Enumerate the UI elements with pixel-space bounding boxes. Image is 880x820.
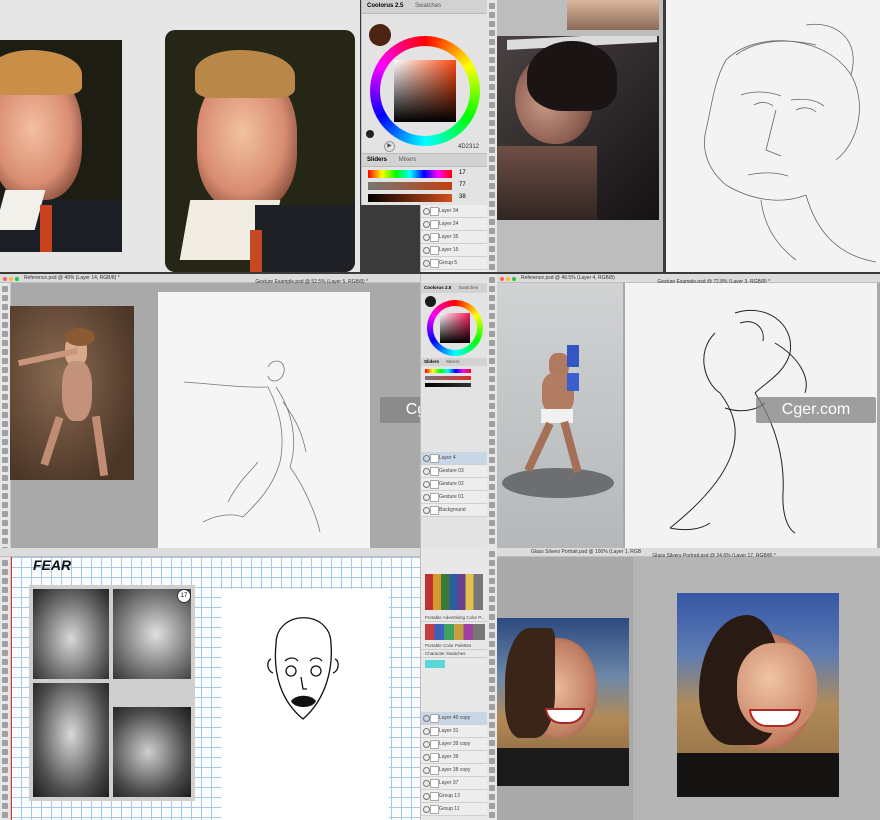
toolbar-bottom-left (0, 557, 11, 820)
layer-row[interactable]: Layer 4 (421, 452, 489, 465)
layer-row[interactable]: Background (421, 504, 489, 517)
mixers-tab-small[interactable]: Mixers (443, 359, 462, 364)
swatch-grid[interactable] (425, 574, 483, 610)
coolorus-tab-small[interactable]: Coolorus 2.5 (421, 285, 454, 290)
window-titlebar: Reference.psd @ 49% (Layer 14, RGB/8) * … (0, 274, 420, 285)
reference-photo-smiling (497, 618, 629, 786)
collage-root: Coolorus 2.5 Swatches ▶ 4D2312 Sliders M… (0, 0, 880, 820)
layer-row[interactable]: Layer 39 (421, 751, 489, 764)
slider-hue[interactable] (368, 170, 452, 178)
sliders-tab-small[interactable]: Sliders (421, 359, 442, 364)
slider-brightness[interactable] (368, 194, 452, 202)
options-bar (0, 548, 420, 557)
layers-panel-top: Layer 34 Layer 24 Layer 35 Layer 15 Grou… (420, 205, 489, 272)
layer-row[interactable]: Gesture 01 (421, 491, 489, 504)
swatch-group[interactable]: Portable Advertising Color P... (421, 614, 489, 622)
current-color-swatch-small[interactable] (425, 296, 436, 307)
painting-smiling (677, 593, 839, 797)
layer-row[interactable]: Layer 39 copy (421, 738, 489, 751)
swatches-tab-small[interactable]: Swatches (456, 285, 482, 290)
slider-small-3[interactable] (425, 383, 471, 387)
coolorus-panel: Coolorus 2.5 Swatches ▶ 4D2312 Sliders M… (361, 0, 488, 205)
window-title-glass-left: Glass Silvers Portrait.psd @ 100% (Layer… (531, 549, 641, 555)
layer-row[interactable]: Layer 31 (421, 725, 489, 738)
color-wheel-small[interactable] (427, 300, 483, 356)
head-sketch (704, 23, 877, 263)
play-icon[interactable]: ▶ (384, 141, 395, 152)
window-smiling-portrait: Glass Silvers Portrait.psd @ 100% (Layer… (497, 548, 880, 820)
color-wheel[interactable] (370, 36, 480, 146)
window-titlebar: Reference.psd @ 49.5% (Layer 4, RGB/8) *… (497, 274, 880, 285)
canvas-smiling-painting (633, 557, 880, 820)
swatch-group[interactable]: Character Swatches (421, 650, 489, 658)
swatch-group[interactable]: Portable Color Palettes (421, 642, 489, 650)
swatches-layers-panel: Portable Advertising Color P... Portable… (420, 548, 489, 820)
watermark-right: Cger.com (756, 397, 876, 423)
swatch-row[interactable] (425, 660, 445, 668)
layer-row[interactable]: Layer 37 (421, 777, 489, 790)
layer-row[interactable]: Layer 40 copy (421, 712, 489, 725)
reference-photo-dancer (10, 306, 134, 480)
slider-small-1[interactable] (425, 369, 471, 373)
swatch-row[interactable] (425, 624, 485, 640)
window-gesture-male: Reference.psd @ 49.5% (Layer 4, RGB/8) *… (497, 274, 880, 548)
layer-row[interactable]: Layer 35 (421, 231, 489, 244)
color-square[interactable] (394, 60, 456, 122)
current-color-swatch[interactable] (369, 24, 391, 46)
portrait-painting-study (165, 30, 355, 272)
canvas-gesture-female (158, 292, 370, 548)
reference-photo-male-pose (497, 283, 623, 548)
layer-row[interactable]: Gesture 03 (421, 465, 489, 478)
window-fear-study: FEAR 17 (0, 548, 420, 820)
window-gesture-female: Reference.psd @ 49% (Layer 14, RGB/8) * … (0, 274, 420, 548)
window-title-reference-mid: Reference.psd @ 49.5% (Layer 4, RGB/8) * (521, 275, 616, 281)
layer-row[interactable]: Layer 34 (421, 205, 489, 218)
panel-portrait-reference (0, 0, 360, 272)
slider-hue-value[interactable]: 17 (459, 170, 466, 176)
layer-row[interactable]: Group 5 (421, 257, 489, 270)
slider-saturation[interactable] (368, 182, 452, 190)
hex-field[interactable]: 4D2312 (458, 144, 479, 150)
layer-row[interactable]: Group 13 (421, 790, 489, 803)
gesture-sketch-female (183, 360, 321, 533)
window-titlebar: Glass Silvers Portrait.psd @ 100% (Layer… (497, 548, 880, 559)
reference-photo-shoulder (567, 0, 659, 30)
layer-row[interactable]: Gesture 02 (421, 478, 489, 491)
fear-title: FEAR (33, 557, 72, 573)
reset-icon[interactable] (366, 130, 374, 138)
fear-drawing-canvas (221, 589, 389, 820)
photo-count-badge: 17 (177, 589, 191, 603)
window-title-reference: Reference.psd @ 49% (Layer 14, RGB/8) * (24, 275, 120, 281)
coolorus-panel-small: Coolorus 2.5 Swatches Sliders Mixers Lay… (420, 274, 489, 548)
fear-face-sketch (267, 617, 339, 720)
panel-woman-photo (497, 0, 663, 272)
slider-small-2[interactable] (425, 376, 471, 380)
layer-row[interactable]: Layer 38 copy (421, 764, 489, 777)
mixers-tab[interactable]: Mixers (394, 157, 422, 163)
window-title-gesture: Gesture Example.psd @ 52.5% (Layer 5, RG… (255, 279, 369, 285)
coolorus-tab[interactable]: Coolorus 2.5 (362, 3, 408, 9)
sliders-tab[interactable]: Sliders (362, 157, 392, 163)
portrait-painting-original (0, 40, 122, 252)
reference-photo-woman (497, 36, 659, 220)
layer-row[interactable]: Layer 15 (421, 244, 489, 257)
layer-row[interactable]: Group 11 (421, 803, 489, 816)
panel-head-sketch (666, 0, 880, 272)
swatches-tab[interactable]: Swatches (410, 3, 446, 9)
watermark-left: Cger.com (380, 397, 420, 423)
slider-saturation-value[interactable]: 77 (459, 182, 466, 188)
slider-brightness-value[interactable]: 38 (459, 194, 466, 200)
grid-canvas: FEAR 17 (11, 557, 420, 820)
fear-photo-board: 17 (29, 585, 195, 801)
layer-row[interactable]: Layer 24 (421, 218, 489, 231)
